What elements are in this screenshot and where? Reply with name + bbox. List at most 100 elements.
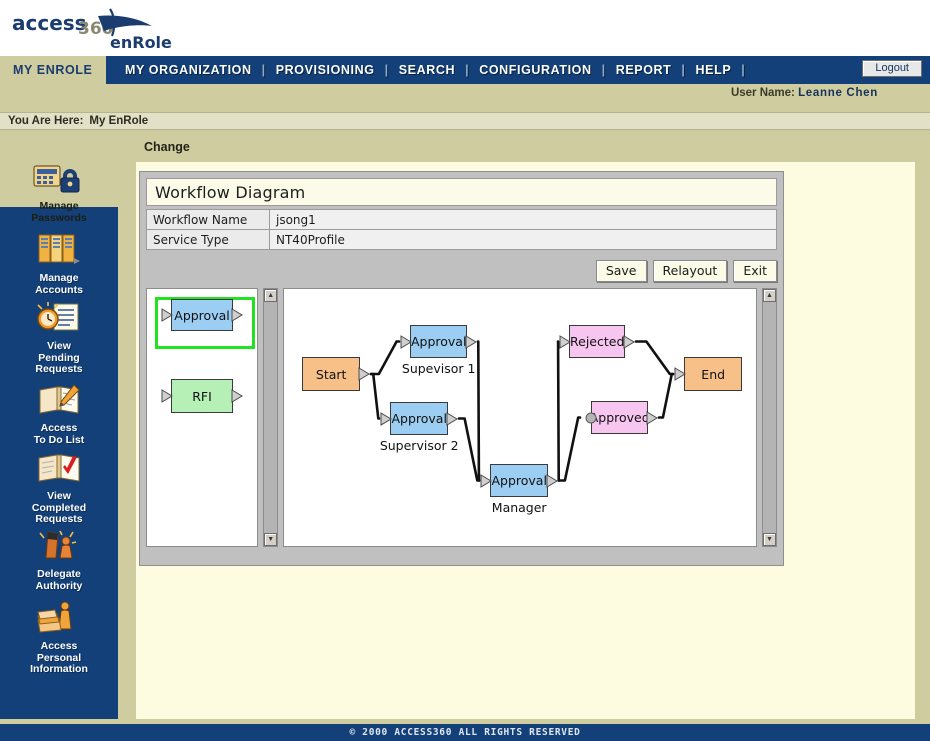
breadcrumb: You Are Here: My EnRole (0, 112, 930, 130)
nav-item-my-organization[interactable]: MY ORGANIZATION (116, 63, 261, 77)
node-port-arrow[interactable] (546, 473, 559, 488)
exit-button[interactable]: Exit (733, 260, 777, 282)
scroll-down-icon[interactable]: ▼ (264, 533, 278, 546)
logout-button[interactable]: Logout (862, 60, 922, 77)
nav-item-help[interactable]: HELP (687, 63, 741, 77)
breadcrumb-current-page[interactable]: My EnRole (83, 115, 148, 127)
node-port-arrow[interactable] (231, 308, 243, 322)
node-port-arrow[interactable] (674, 367, 687, 381)
workflow-node-rejected[interactable]: Rejected (559, 325, 636, 358)
workflow-panel-title: Workflow Diagram (146, 178, 777, 206)
sidebar-item-label: Accounts (35, 283, 83, 296)
canvas-scrollbar[interactable]: ▲ ▼ (762, 288, 777, 547)
sidebar-item-view-completed[interactable]: View Completed Requests (0, 452, 118, 526)
breadcrumb-label: You Are Here: (8, 115, 84, 127)
nav-separator: | (741, 63, 746, 77)
palette-scrollbar[interactable]: ▲ ▼ (263, 288, 279, 547)
palette-node-rfi[interactable]: RFI (161, 379, 243, 413)
sidebar-item-label: To Do List (33, 433, 85, 446)
sidebar-item-view-pending[interactable]: View Pending Requests (0, 300, 118, 376)
sidebar-item-label: Authority (35, 579, 83, 592)
workflow-name-label: Workflow Name (146, 209, 270, 230)
workflow-node-label: Approval (410, 334, 467, 349)
logo-band: access 360 enRole (0, 0, 930, 56)
workflow-node-start[interactable]: Start (302, 357, 371, 391)
workflow-node-caption: Manager (491, 500, 547, 515)
workflow-node-label: Approval (391, 411, 447, 426)
node-port-arrow[interactable] (380, 411, 393, 426)
workflow-node-label: Rejected (570, 334, 625, 349)
sidebar-item-label: Information (30, 663, 88, 675)
node-port-arrow[interactable] (465, 334, 478, 349)
node-port-arrow[interactable] (400, 334, 413, 349)
svg-text:enRole: enRole (110, 33, 172, 52)
workflow-node-label: Start (315, 366, 347, 382)
nav-item-provisioning[interactable]: PROVISIONING (267, 63, 384, 77)
sidebar-item-manage-passwords[interactable]: Manage Passwords (0, 160, 118, 224)
palette-node-approval[interactable]: Approval (161, 299, 243, 331)
diagram-editor-row: Approval RFI ▲ ▼ Start Approval Supeviso… (146, 288, 777, 547)
workflow-button-row: Save Relayout Exit (146, 250, 777, 286)
clock-document-icon (0, 300, 118, 339)
node-port-arrow[interactable] (480, 473, 493, 488)
user-name-display: User Name: Leanne Chen (731, 87, 878, 99)
workflow-node-sup2[interactable]: Approval (380, 402, 459, 435)
node-port-arrow[interactable] (559, 334, 572, 349)
user-name-label: User Name: (730, 87, 795, 99)
page-right-gutter (915, 131, 930, 719)
scroll-up-icon[interactable]: ▲ (763, 289, 776, 302)
workflow-node-label: Approval (491, 473, 547, 488)
workflow-node-end[interactable]: End (674, 357, 743, 391)
workflow-diagram-panel: Workflow Diagram Workflow Name jsong1 Se… (139, 171, 784, 566)
user-name-value: Leanne Chen (798, 87, 878, 99)
keypad-lock-icon (0, 160, 118, 199)
node-port-arrow[interactable] (358, 367, 371, 381)
application-window: access 360 enRole MY ENROLE MY ORGANIZAT… (0, 0, 930, 741)
sidebar-item-label: View (47, 340, 71, 352)
workflow-node-manager[interactable]: Approval (480, 464, 559, 497)
palette-node-label: Approval (174, 307, 230, 323)
save-button[interactable]: Save (595, 260, 647, 282)
nav-item-configuration[interactable]: CONFIGURATION (470, 63, 600, 77)
sidebar-item-label: View (47, 490, 71, 502)
nav-item-search[interactable]: SEARCH (390, 63, 464, 77)
node-port-circle[interactable] (585, 412, 597, 424)
book-pencil-icon (0, 382, 118, 421)
workflow-node-approved[interactable]: Approved (585, 401, 659, 434)
sidebar-item-delegate-authority[interactable]: Delegate Authority (0, 528, 118, 592)
sidebar-item-access-personal[interactable]: Access Personal Information (0, 600, 118, 676)
scroll-up-icon[interactable]: ▲ (264, 289, 278, 302)
workflow-node-label: End (701, 366, 726, 382)
delegate-person-icon (0, 528, 118, 567)
node-port-arrow[interactable] (161, 389, 173, 403)
workflow-properties-table: Workflow Name jsong1 Service Type NT40Pr… (146, 209, 777, 250)
footer-copyright: © 2000 ACCESS360 ALL RIGHTS RESERVED (0, 724, 930, 741)
node-port-arrow[interactable] (623, 334, 636, 349)
relayout-button[interactable]: Relayout (652, 260, 728, 282)
node-palette[interactable]: Approval RFI (146, 288, 259, 547)
service-type-value: NT40Profile (269, 229, 777, 250)
workflow-canvas[interactable]: Start Approval Supevisor 1 Approval Supe… (283, 288, 757, 547)
workflow-node-caption: Supervisor 2 (379, 438, 459, 453)
table-row: Workflow Name jsong1 (146, 209, 777, 230)
workflow-node-sup1[interactable]: Approval (400, 325, 478, 358)
node-port-arrow[interactable] (446, 411, 459, 426)
scroll-down-icon[interactable]: ▼ (763, 533, 776, 546)
sidebar-item-label: Access (40, 640, 78, 652)
nav-item-report[interactable]: REPORT (607, 63, 681, 77)
access360-swoosh-logo: access 360 enRole (12, 8, 172, 52)
person-files-icon (0, 600, 118, 639)
folders-icon (0, 232, 118, 271)
palette-node-label: RFI (192, 388, 212, 404)
node-port-arrow[interactable] (231, 389, 243, 403)
sidebar-item-manage-accounts[interactable]: Manage Accounts (0, 232, 118, 296)
sidebar-item-access-to-do-list[interactable]: Access To Do List (0, 382, 118, 446)
access360-enrole-logo[interactable]: access 360 enRole (6, 4, 186, 52)
service-type-label: Service Type (146, 229, 270, 250)
node-port-arrow[interactable] (161, 308, 173, 322)
sidebar-item-label: Access (40, 422, 78, 434)
node-port-arrow[interactable] (646, 410, 659, 425)
main-navigation-bar: MY ENROLE MY ORGANIZATION | PROVISIONING | S… (0, 56, 930, 84)
sidebar-item-label: Manage (39, 200, 79, 212)
nav-item-my-enrole[interactable]: MY ENROLE (0, 56, 106, 84)
